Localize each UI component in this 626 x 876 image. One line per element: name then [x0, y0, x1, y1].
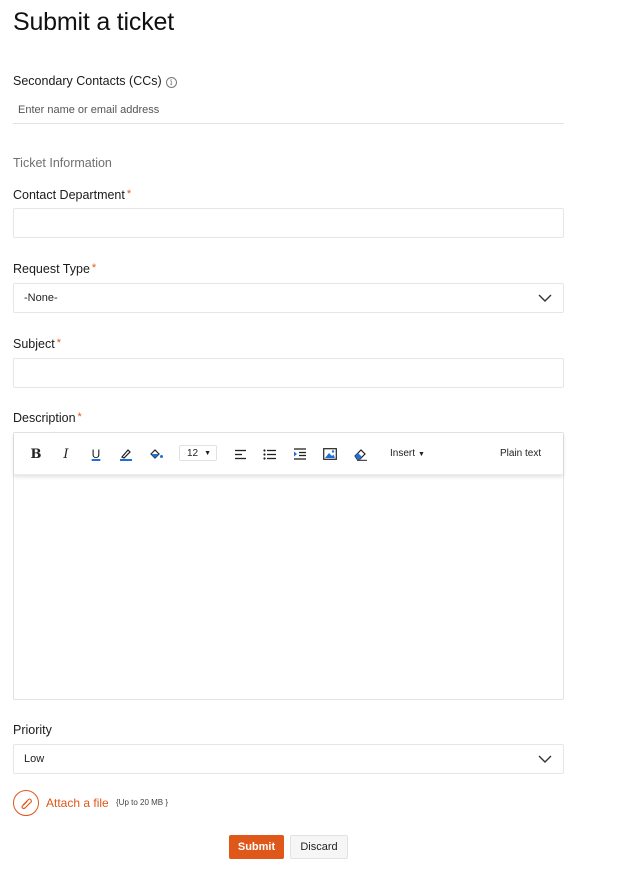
request-type-value: -None-	[24, 292, 58, 304]
subject-field[interactable]	[13, 358, 564, 388]
bulleted-list-icon[interactable]	[259, 443, 281, 465]
section-heading-ticket-information: Ticket Information	[13, 156, 112, 170]
request-type-label-text: Request Type	[13, 262, 90, 276]
caret-down-icon: ▼	[204, 449, 212, 457]
underline-icon[interactable]: U	[85, 443, 107, 465]
chevron-down-icon	[538, 755, 552, 763]
required-marker: *	[126, 188, 132, 200]
description-label-text: Description	[13, 411, 76, 425]
subject-label: Subject *	[13, 337, 61, 351]
subject-label-text: Subject	[13, 337, 55, 351]
text-color-icon[interactable]	[115, 443, 137, 465]
priority-value: Low	[24, 753, 45, 765]
plain-text-toggle[interactable]: Plain text	[500, 448, 541, 459]
insert-label: Insert	[390, 448, 416, 459]
page-title: Submit a ticket	[13, 8, 174, 36]
contact-department-field[interactable]	[13, 208, 564, 238]
attach-file-link[interactable]: Attach a file	[46, 796, 109, 810]
insert-dropdown[interactable]: Insert ▼	[390, 448, 425, 459]
attach-size-hint: {Up to 20 MB }	[116, 798, 169, 807]
indent-icon[interactable]	[289, 443, 311, 465]
paperclip-icon	[20, 797, 32, 809]
required-marker: *	[91, 262, 97, 274]
align-left-icon[interactable]	[229, 443, 251, 465]
editor-toolbar: B I U 12 ▼ Insert ▼ Plain text	[14, 433, 563, 475]
cc-label: Secondary Contacts (CCs) i	[13, 74, 177, 88]
submit-button[interactable]: Submit	[229, 835, 284, 859]
discard-button[interactable]: Discard	[290, 835, 348, 859]
priority-select[interactable]: Low	[13, 744, 564, 774]
italic-icon[interactable]: I	[55, 443, 77, 465]
description-label: Description *	[13, 411, 82, 425]
attach-button[interactable]	[13, 790, 39, 816]
font-size-value: 12	[187, 447, 199, 459]
description-editor[interactable]: B I U 12 ▼ Insert ▼ Plain text	[13, 432, 564, 700]
bold-icon[interactable]: B	[25, 443, 47, 465]
caret-down-icon: ▼	[418, 451, 425, 458]
background-color-icon[interactable]	[145, 443, 167, 465]
request-type-select[interactable]: -None-	[13, 283, 564, 313]
required-marker: *	[77, 411, 82, 423]
priority-label: Priority	[13, 723, 52, 737]
department-label-text: Contact Department	[13, 188, 125, 202]
info-icon[interactable]: i	[165, 77, 177, 88]
cc-label-text: Secondary Contacts (CCs)	[13, 74, 162, 88]
department-label: Contact Department *	[13, 188, 131, 202]
insert-image-icon[interactable]	[319, 443, 341, 465]
required-marker: *	[56, 337, 61, 349]
cc-input[interactable]	[13, 96, 564, 124]
request-type-label: Request Type *	[13, 262, 96, 276]
chevron-down-icon	[538, 294, 552, 302]
font-size-dropdown[interactable]: 12 ▼	[179, 445, 217, 461]
clear-format-icon[interactable]	[349, 443, 371, 465]
